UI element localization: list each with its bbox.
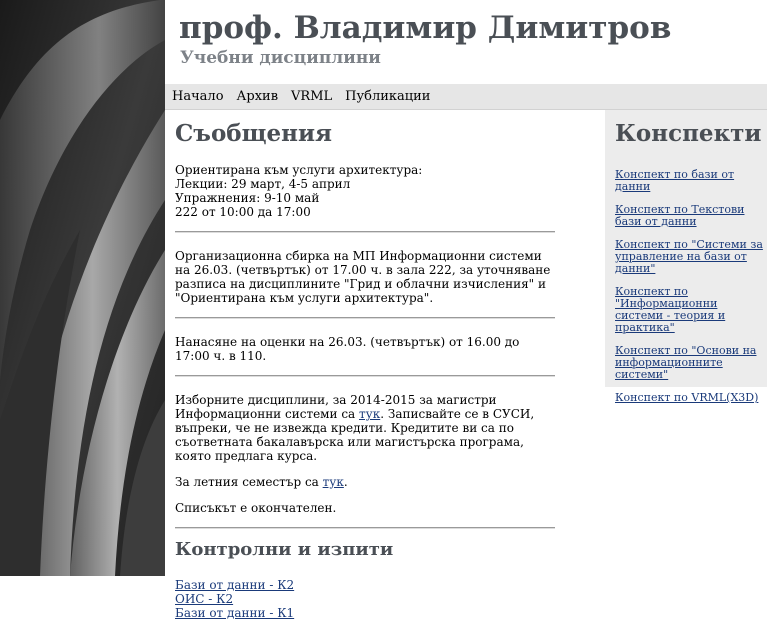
syllabus-link-info-systems[interactable]: Конспект по "Информационни системи - тео…	[615, 285, 725, 334]
main-nav: Начало Архив VRML Публикации	[165, 84, 767, 110]
notice-meeting: Организационна сбирка на МП Информационн…	[175, 249, 555, 305]
syllabus-link-databases[interactable]: Конспект по бази от данни	[615, 168, 734, 193]
syllabus-link-text-databases[interactable]: Конспект по Текстови бази от данни	[615, 203, 745, 228]
main-content: Съобщения Ориентирана към услуги архитек…	[175, 110, 555, 620]
notice-line: 222 от 10:00 да 17:00	[175, 205, 311, 219]
divider	[175, 231, 555, 233]
site-subtitle: Учебни дисциплини	[180, 48, 381, 68]
nav-link-home[interactable]: Начало	[172, 89, 224, 104]
nav-link-archive[interactable]: Архив	[237, 89, 278, 104]
divider	[175, 375, 555, 377]
photo-graphic	[0, 0, 165, 576]
summer-semester-link[interactable]: тук	[323, 475, 344, 489]
notice-electives: Изборните дисциплини, за 2014-2015 за ма…	[175, 393, 555, 515]
notice-text: Нанасяне на оценки на 26.03. (четвъртък)…	[175, 335, 520, 363]
notice-grades: Нанасяне на оценки на 26.03. (четвъртък)…	[175, 335, 555, 363]
exams-title: Контролни и изпити	[175, 539, 394, 560]
syllabus-link-is-basics[interactable]: Конспект по "Основи на информационните с…	[615, 344, 756, 381]
exam-link-databases-k2[interactable]: Бази от данни - К2	[175, 578, 555, 592]
notice-line: Ориентирана към услуги архитектура:	[175, 163, 423, 177]
list-item: Конспект по VRML(X3D)	[615, 392, 763, 404]
list-item: Конспект по "Информационни системи - тео…	[615, 286, 763, 334]
nav-link-publications[interactable]: Публикации	[345, 89, 430, 104]
list-item: Конспект по "Системи за управление на ба…	[615, 239, 763, 275]
nav-link-vrml[interactable]: VRML	[291, 89, 332, 104]
exam-link-ois-k2[interactable]: ОИС - К2	[175, 592, 555, 606]
syllabi-sidebar: Конспекти Конспект по бази от данни Конс…	[605, 110, 767, 404]
list-item: Конспект по Текстови бази от данни	[615, 204, 763, 228]
notice-line: Упражнения: 9-10 май	[175, 191, 320, 205]
summer-semester-paragraph: За летния семестър са тук.	[175, 475, 555, 489]
nav-item-archive: Архив	[237, 89, 278, 104]
electives-link[interactable]: тук	[359, 407, 380, 421]
syllabi-list: Конспект по бази от данни Конспект по Те…	[615, 169, 763, 404]
final-list-paragraph: Списъкът е окончателен.	[175, 501, 337, 515]
site-header: проф. Владимир Димитров Учебни дисциплин…	[165, 0, 767, 84]
syllabus-link-dbms[interactable]: Конспект по "Системи за управление на ба…	[615, 238, 763, 275]
list-item: Конспект по бази от данни	[615, 169, 763, 193]
exam-link-databases-k1[interactable]: Бази от данни - К1	[175, 606, 555, 620]
list-item: Конспект по "Основи на информационните с…	[615, 345, 763, 381]
nav-item-publications: Публикации	[345, 89, 430, 104]
sidebar-title: Конспекти	[615, 120, 762, 147]
nav-item-vrml: VRML	[291, 89, 332, 104]
nav-item-home: Начало	[172, 89, 224, 104]
summer-text: За летния семестър са	[175, 475, 323, 489]
summer-text-after: .	[343, 475, 348, 489]
site-title: проф. Владимир Димитров	[179, 10, 672, 46]
notice-text: Организационна сбирка на МП Информационн…	[175, 249, 551, 305]
divider	[175, 317, 555, 319]
messages-title: Съобщения	[175, 120, 333, 147]
decorative-photo	[0, 0, 165, 576]
notice-architecture: Ориентирана към услуги архитектура: Лекц…	[175, 163, 555, 219]
syllabus-link-vrml[interactable]: Конспект по VRML(X3D)	[615, 391, 758, 404]
divider	[175, 527, 555, 529]
notice-line: Лекции: 29 март, 4-5 април	[175, 177, 351, 191]
exam-links-list: Бази от данни - К2 ОИС - К2 Бази от данн…	[175, 578, 555, 620]
electives-paragraph: Изборните дисциплини, за 2014-2015 за ма…	[175, 393, 555, 463]
